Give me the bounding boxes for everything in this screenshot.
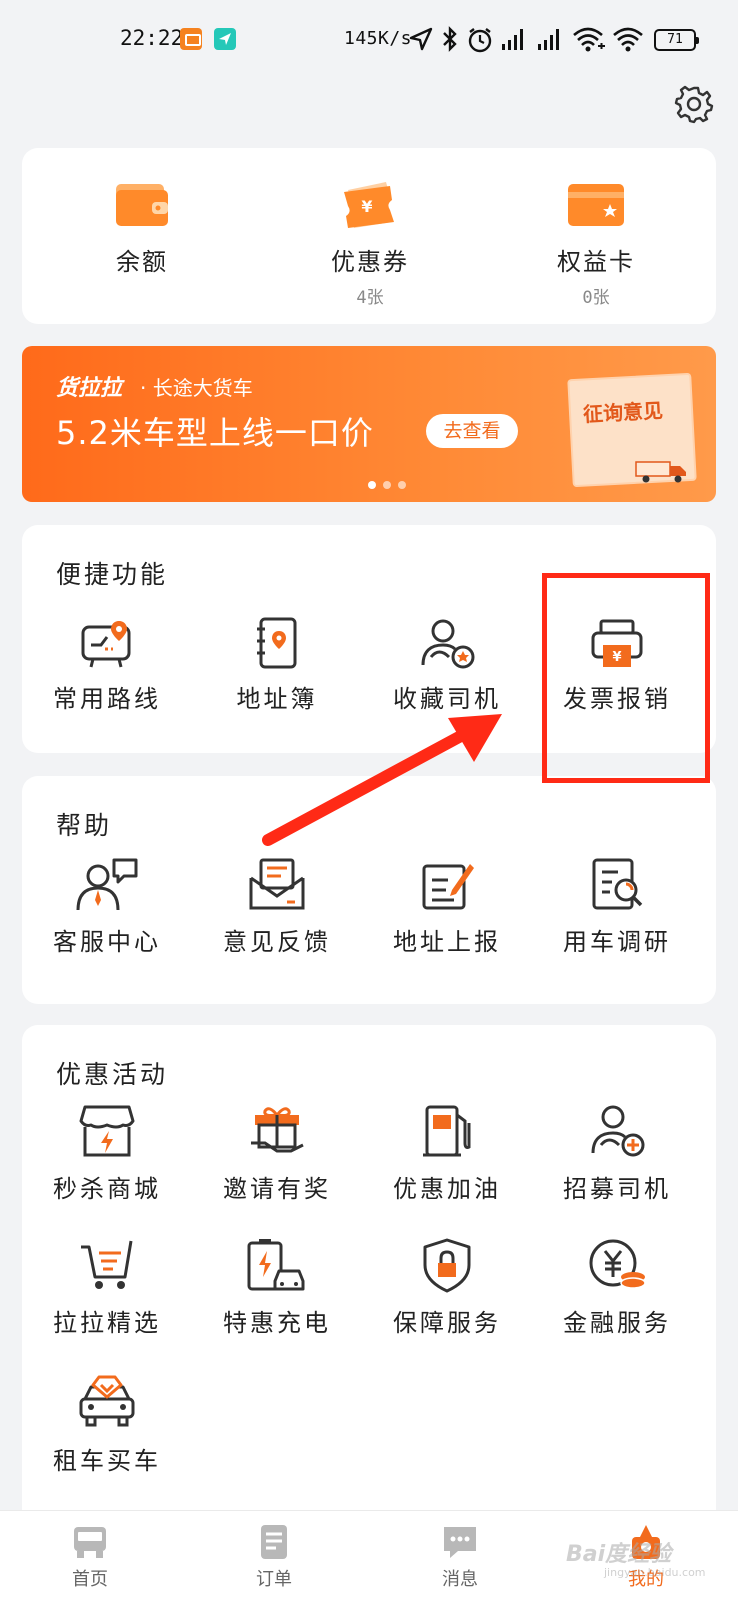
car-rental-icon bbox=[79, 1375, 135, 1427]
signal-1-icon bbox=[502, 29, 523, 50]
promo-banner[interactable]: 货拉拉 · 长途大货车 5.2米车型上线一口价 去查看 征询意见 bbox=[22, 346, 716, 502]
pagination-dot bbox=[368, 481, 376, 489]
wifi-icon bbox=[613, 27, 643, 52]
help-item-label: 用车调研 bbox=[563, 928, 671, 956]
section-title-help: 帮助 bbox=[56, 811, 113, 840]
banner-title: 5.2米车型上线一口价 bbox=[56, 414, 374, 452]
promotions-card: 优惠活动 秒杀商城 邀请有奖 优惠加油 招募司机 拉拉精选 特惠充电 保障服务 … bbox=[22, 1025, 716, 1545]
pagination-dot bbox=[383, 481, 391, 489]
tab-home[interactable]: 首页 bbox=[30, 1523, 150, 1591]
section-title-promo: 优惠活动 bbox=[56, 1060, 169, 1089]
tab-orders[interactable]: 订单 bbox=[214, 1523, 334, 1591]
promo-item-label: 优惠加油 bbox=[393, 1175, 501, 1203]
banner-doc-text: 征询意见 bbox=[582, 398, 664, 427]
promo-item-label: 特惠充电 bbox=[223, 1309, 331, 1337]
help-item-label: 地址上报 bbox=[393, 928, 501, 956]
promo-item-guarantee[interactable]: 保障服务 bbox=[362, 1237, 532, 1338]
help-item-feedback[interactable]: 意见反馈 bbox=[192, 856, 362, 957]
flash-sale-store-icon bbox=[79, 1105, 135, 1157]
promo-item-label: 秒杀商城 bbox=[53, 1175, 161, 1203]
benefit-card-count: 0张 bbox=[582, 288, 610, 308]
survey-icon bbox=[592, 858, 643, 910]
coupon-count: 4张 bbox=[356, 288, 384, 308]
help-item-address-report[interactable]: 地址上报 bbox=[362, 856, 532, 957]
highlight-box-annotation bbox=[542, 573, 710, 783]
gift-icon bbox=[251, 1107, 304, 1153]
promo-item-label: 金融服务 bbox=[563, 1309, 671, 1337]
signal-2-icon bbox=[538, 29, 559, 50]
promo-item-finance[interactable]: 金融服务 bbox=[532, 1237, 702, 1338]
promo-item-flash-sale[interactable]: 秒杀商城 bbox=[22, 1103, 192, 1204]
pagination-dot bbox=[398, 481, 406, 489]
customer-service-icon bbox=[76, 858, 138, 911]
shopping-cart-icon bbox=[81, 1240, 133, 1289]
ev-charge-icon bbox=[247, 1239, 305, 1291]
promo-item-recruit-drivers[interactable]: 招募司机 bbox=[532, 1103, 702, 1204]
shield-lock-icon bbox=[423, 1238, 471, 1293]
truck-illustration-icon bbox=[635, 461, 686, 483]
coupon-icon: ¥ bbox=[344, 182, 394, 228]
status-app-icon-location bbox=[214, 28, 236, 50]
alarm-icon bbox=[468, 28, 492, 53]
banner-view-button[interactable]: 去查看 bbox=[426, 414, 518, 448]
quick-item-label: 常用路线 bbox=[53, 685, 161, 713]
promo-item-label: 租车买车 bbox=[53, 1447, 161, 1475]
favorite-driver-icon bbox=[421, 619, 475, 669]
order-list-icon bbox=[261, 1525, 287, 1559]
message-bubble-icon bbox=[444, 1527, 476, 1558]
wifi-calling-icon bbox=[573, 27, 605, 52]
help-item-customer-service[interactable]: 客服中心 bbox=[22, 856, 192, 957]
bluetooth-icon bbox=[443, 26, 457, 52]
wallet-label: 余额 bbox=[116, 248, 168, 276]
svg-text:¥: ¥ bbox=[361, 197, 372, 216]
promo-item-label: 招募司机 bbox=[563, 1175, 671, 1203]
promo-item-car-rental[interactable]: 租车买车 bbox=[22, 1371, 192, 1476]
address-book-icon bbox=[257, 617, 297, 669]
banner-pagination bbox=[368, 474, 413, 493]
status-bar: 22:22 145K/s 71 bbox=[0, 0, 738, 80]
wallet-card: 余额 ¥ 优惠券 4张 权益卡 0张 bbox=[22, 148, 716, 324]
address-report-icon bbox=[422, 864, 474, 910]
watermark-url: jingyan.baidu.com bbox=[604, 1566, 706, 1579]
finance-coin-icon bbox=[589, 1239, 646, 1289]
promo-item-label: 拉拉精选 bbox=[53, 1309, 161, 1337]
promo-item-label: 邀请有奖 bbox=[223, 1175, 331, 1203]
banner-subtitle: · 长途大货车 bbox=[140, 376, 253, 400]
wallet-item-coupon[interactable]: ¥ 优惠券 4张 bbox=[270, 178, 470, 308]
red-arrow-annotation bbox=[262, 714, 502, 846]
location-arrow-icon bbox=[409, 27, 433, 51]
tab-label: 消息 bbox=[442, 1569, 478, 1590]
promo-item-fuel[interactable]: 优惠加油 bbox=[362, 1103, 532, 1204]
wallet-icon bbox=[116, 184, 168, 226]
help-item-label: 客服中心 bbox=[53, 928, 161, 956]
tab-label: 首页 bbox=[72, 1569, 108, 1590]
promo-item-label: 保障服务 bbox=[393, 1309, 501, 1337]
promo-item-lala-select[interactable]: 拉拉精选 bbox=[22, 1237, 192, 1338]
promo-item-invite[interactable]: 邀请有奖 bbox=[192, 1103, 362, 1204]
watermark-logo: Bai度经验 bbox=[566, 1542, 672, 1567]
tab-messages[interactable]: 消息 bbox=[400, 1523, 520, 1591]
help-item-label: 意见反馈 bbox=[223, 928, 331, 956]
wallet-item-benefit-card[interactable]: 权益卡 0张 bbox=[496, 178, 696, 308]
recruit-driver-icon bbox=[591, 1105, 645, 1157]
benefit-card-label: 权益卡 bbox=[557, 248, 635, 276]
battery-indicator: 71 bbox=[654, 29, 699, 51]
section-title-quick: 便捷功能 bbox=[56, 560, 169, 589]
benefit-card-icon bbox=[568, 184, 624, 226]
feedback-envelope-icon bbox=[249, 858, 305, 910]
truck-home-icon bbox=[74, 1527, 106, 1558]
status-app-icon-truck bbox=[180, 28, 202, 50]
settings-gear-icon[interactable] bbox=[674, 84, 714, 124]
network-speed: 145K/s bbox=[344, 28, 413, 49]
coupon-label: 优惠券 bbox=[331, 248, 409, 276]
route-map-icon bbox=[81, 621, 131, 668]
quick-item-common-routes[interactable]: 常用路线 bbox=[22, 617, 192, 714]
tab-label: 订单 bbox=[256, 1569, 292, 1590]
help-item-survey[interactable]: 用车调研 bbox=[532, 856, 702, 957]
wallet-item-balance[interactable]: 余额 bbox=[42, 178, 242, 283]
fuel-pump-icon bbox=[423, 1105, 471, 1157]
status-time: 22:22 bbox=[120, 26, 184, 50]
banner-brand: 货拉拉 bbox=[56, 376, 123, 401]
promo-item-ev-charge[interactable]: 特惠充电 bbox=[192, 1237, 362, 1338]
